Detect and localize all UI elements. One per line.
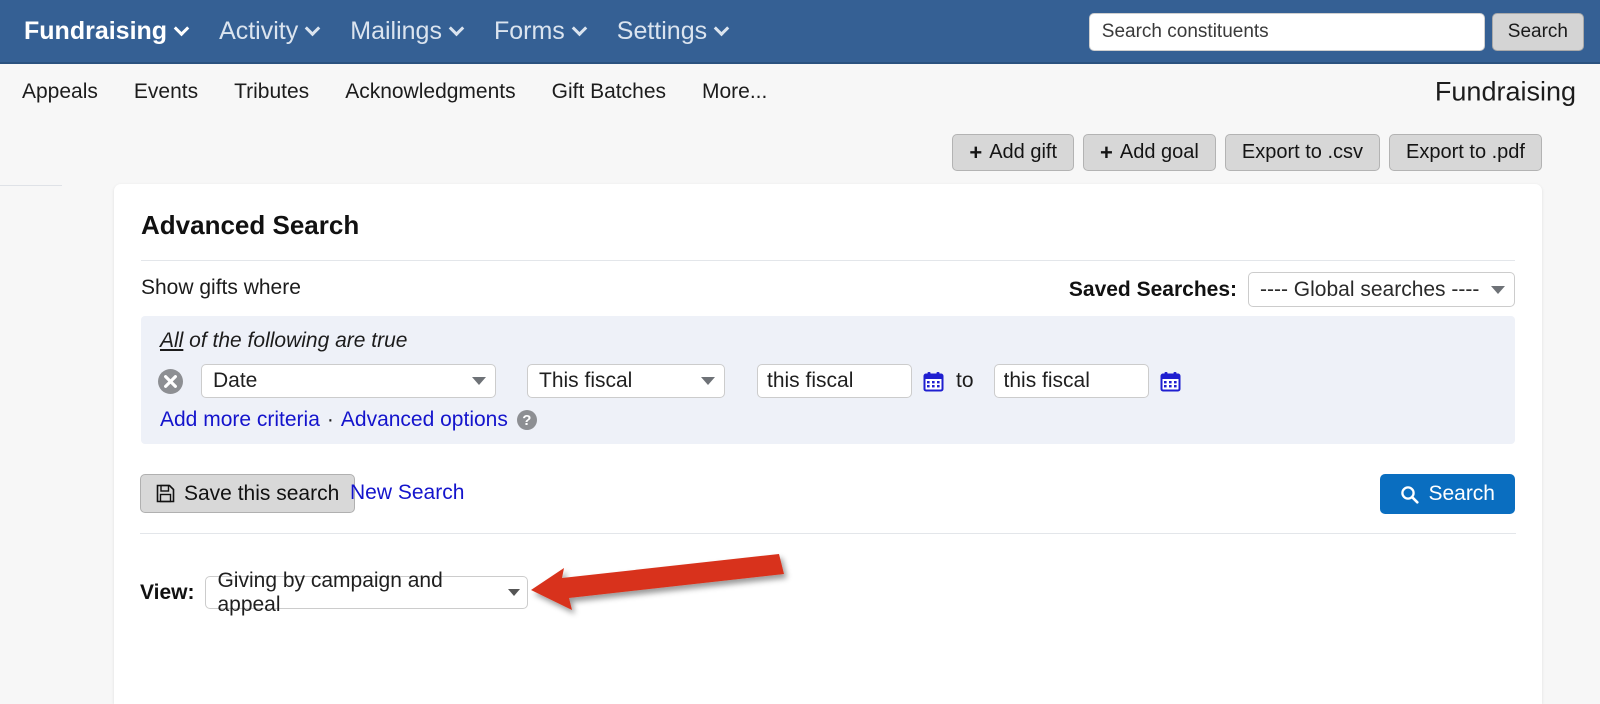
add-goal-label: Add goal bbox=[1119, 141, 1199, 163]
nav-item-label: Forms bbox=[493, 16, 565, 45]
calendar-icon-to[interactable] bbox=[1160, 371, 1181, 392]
search-icon bbox=[1401, 485, 1420, 504]
floppy-disk-icon bbox=[156, 484, 175, 503]
global-search-button[interactable]: Search bbox=[1491, 13, 1584, 51]
criteria-row: Date This fiscal this fiscal to this fis… bbox=[158, 364, 1181, 398]
subnav-item-tributes[interactable]: Tributes bbox=[216, 80, 327, 104]
conjunction-word[interactable]: All bbox=[160, 329, 183, 352]
criteria-links: Add more criteria · Advanced options ? bbox=[160, 408, 537, 432]
new-search-link[interactable]: New Search bbox=[350, 481, 464, 505]
criterion-operator-select[interactable]: This fiscal bbox=[527, 364, 725, 398]
subnav-item-appeals[interactable]: Appeals bbox=[4, 80, 116, 104]
secondary-navigation-bar: Appeals Events Tributes Acknowledgments … bbox=[0, 66, 1600, 118]
advanced-search-card: Advanced Search Show gifts where Saved S… bbox=[114, 184, 1542, 704]
nav-item-fundraising[interactable]: Fundraising bbox=[8, 17, 203, 46]
add-goal-button[interactable]: + Add goal bbox=[1083, 134, 1216, 171]
calendar-icon-from[interactable] bbox=[923, 371, 944, 392]
top-navigation-bar: Fundraising Activity Mailings Forms Sett… bbox=[0, 0, 1600, 64]
advanced-search-heading: Advanced Search bbox=[141, 210, 360, 240]
export-pdf-label: Export to .pdf bbox=[1406, 141, 1525, 163]
chevron-down-icon bbox=[571, 20, 588, 36]
chevron-down-icon bbox=[448, 20, 465, 36]
nav-item-settings[interactable]: Settings bbox=[601, 17, 743, 46]
export-pdf-button[interactable]: Export to .pdf bbox=[1389, 134, 1542, 171]
subnav-item-acknowledgments[interactable]: Acknowledgments bbox=[327, 80, 533, 104]
link-separator: · bbox=[326, 408, 334, 431]
save-this-search-button[interactable]: Save this search bbox=[140, 474, 356, 513]
criterion-operator-value: This fiscal bbox=[539, 369, 633, 392]
subnav-item-more[interactable]: More... bbox=[684, 80, 785, 104]
chevron-down-icon bbox=[1491, 285, 1505, 294]
nav-item-mailings[interactable]: Mailings bbox=[334, 17, 478, 46]
nav-item-label: Mailings bbox=[350, 16, 442, 45]
subnav-item-gift-batches[interactable]: Gift Batches bbox=[534, 80, 684, 104]
criteria-panel: All of the following are true Date This … bbox=[141, 316, 1515, 444]
saved-searches-select[interactable]: ---- Global searches ---- bbox=[1248, 272, 1515, 307]
date-to-input[interactable] bbox=[993, 364, 1149, 398]
global-search-group: Search bbox=[1088, 0, 1584, 64]
nav-item-label: Fundraising bbox=[24, 16, 168, 45]
help-icon[interactable]: ? bbox=[516, 410, 537, 430]
chevron-down-icon bbox=[701, 377, 715, 385]
nav-item-label: Settings bbox=[616, 16, 708, 45]
show-gifts-where-label: Show gifts where bbox=[141, 276, 301, 299]
nav-item-activity[interactable]: Activity bbox=[203, 17, 334, 46]
plus-icon: + bbox=[1100, 139, 1113, 165]
advanced-options-link[interactable]: Advanced options bbox=[341, 408, 508, 432]
plus-icon: + bbox=[969, 139, 983, 165]
card-divider-bottom bbox=[140, 533, 1516, 534]
chevron-down-icon bbox=[508, 589, 521, 596]
nav-item-label: Activity bbox=[219, 16, 299, 45]
criterion-field-value: Date bbox=[213, 369, 258, 392]
left-divider bbox=[0, 185, 62, 186]
top-nav-menu-list: Fundraising Activity Mailings Forms Sett… bbox=[0, 17, 743, 46]
add-gift-label: Add gift bbox=[989, 141, 1058, 163]
criterion-field-select[interactable]: Date bbox=[201, 364, 496, 398]
view-label: View: bbox=[140, 580, 195, 604]
saved-searches-label: Saved Searches: bbox=[1068, 277, 1237, 301]
date-range-to-label: to bbox=[956, 369, 974, 392]
export-csv-button[interactable]: Export to .csv bbox=[1224, 134, 1381, 171]
run-search-label: Search bbox=[1428, 482, 1495, 505]
run-search-button[interactable]: Search bbox=[1380, 474, 1515, 514]
add-gift-button[interactable]: + Add gift bbox=[952, 134, 1075, 171]
saved-searches-value: ---- Global searches ---- bbox=[1260, 277, 1480, 301]
subnav-item-events[interactable]: Events bbox=[116, 80, 216, 104]
page-action-buttons: + Add gift + Add goal Export to .csv Exp… bbox=[952, 134, 1542, 171]
view-selector-row: View: Giving by campaign and appeal bbox=[140, 569, 529, 616]
card-divider-top bbox=[141, 260, 1515, 261]
remove-criterion-icon[interactable] bbox=[158, 368, 183, 394]
save-this-search-label: Save this search bbox=[184, 481, 340, 505]
nav-item-forms[interactable]: Forms bbox=[478, 17, 601, 46]
conjunction-rest: of the following are true bbox=[183, 329, 408, 352]
export-csv-label: Export to .csv bbox=[1241, 141, 1364, 163]
add-more-criteria-link[interactable]: Add more criteria bbox=[160, 408, 320, 432]
view-select-value: Giving by campaign and appeal bbox=[217, 568, 443, 616]
conjunction-label: All of the following are true bbox=[160, 329, 407, 353]
search-constituents-input[interactable] bbox=[1088, 13, 1485, 51]
chevron-down-icon bbox=[304, 20, 321, 36]
chevron-down-icon bbox=[173, 20, 190, 36]
view-select[interactable]: Giving by campaign and appeal bbox=[205, 569, 529, 616]
chevron-down-icon bbox=[472, 377, 486, 385]
saved-searches-group: Saved Searches: ---- Global searches ---… bbox=[1069, 272, 1515, 307]
page-title: Fundraising bbox=[1434, 76, 1576, 107]
date-from-input[interactable] bbox=[757, 364, 912, 398]
chevron-down-icon bbox=[713, 20, 730, 36]
